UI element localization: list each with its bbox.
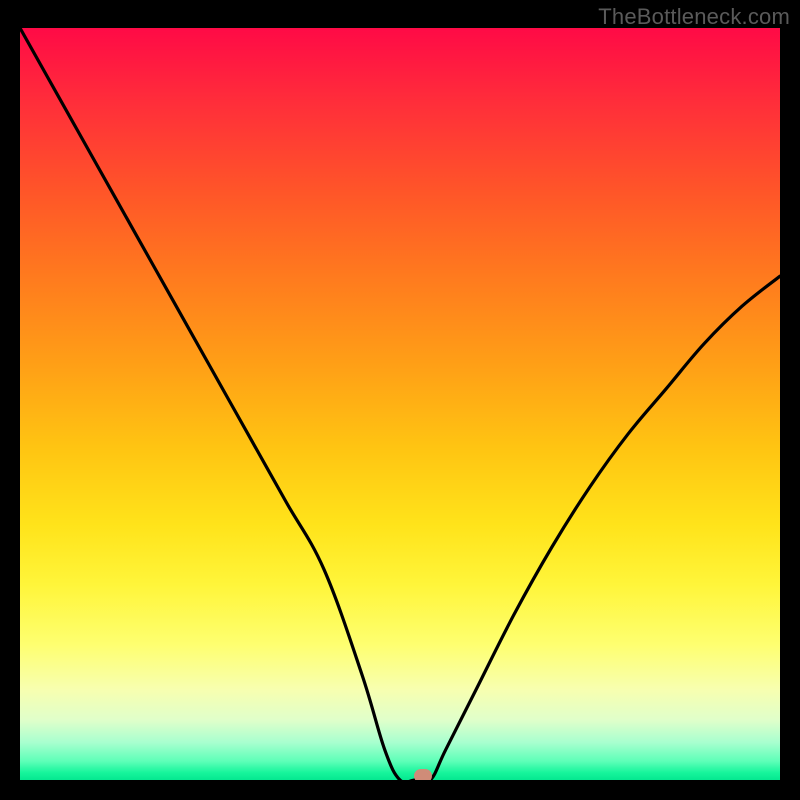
chart-frame: TheBottleneck.com — [0, 0, 800, 800]
plot-area — [20, 28, 780, 780]
optimal-point-marker — [414, 769, 432, 780]
bottleneck-curve — [20, 28, 780, 780]
watermark-text: TheBottleneck.com — [598, 4, 790, 30]
